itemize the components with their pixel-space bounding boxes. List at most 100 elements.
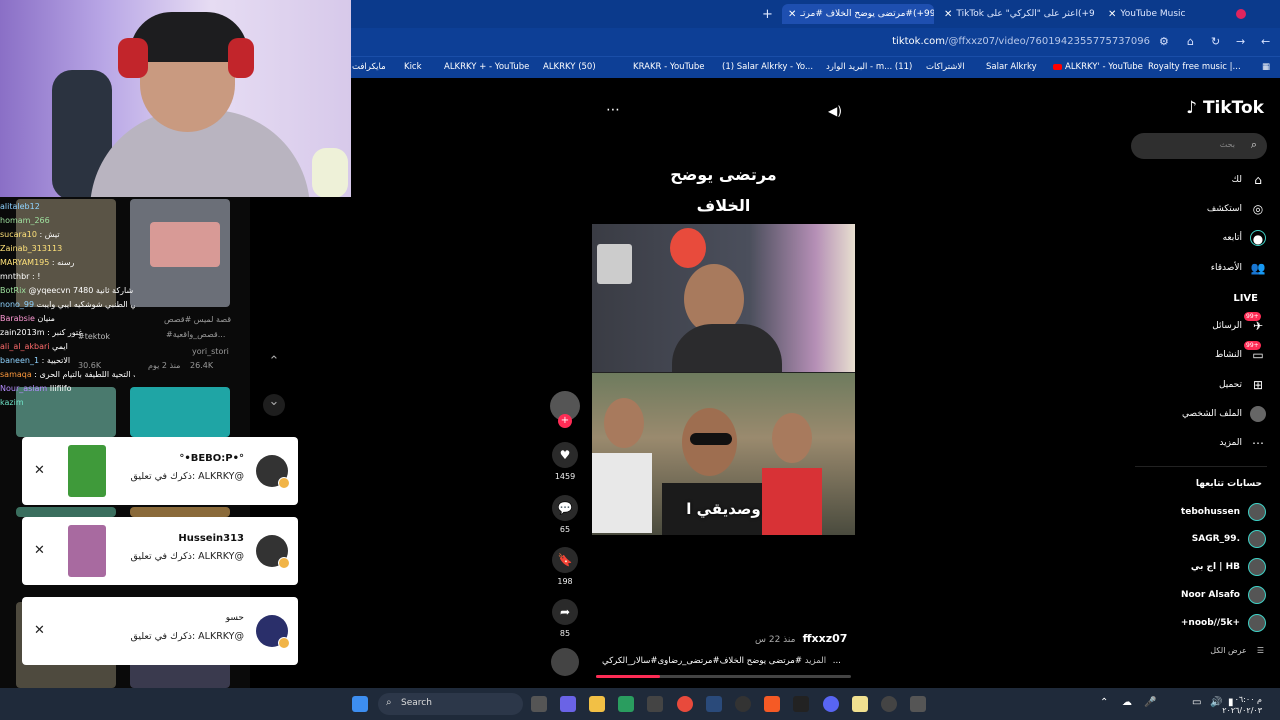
- bookmark-item[interactable]: (1) Salar Alkrky - Yo...: [722, 62, 813, 72]
- search-input[interactable]: بحث ⌕: [1131, 133, 1267, 159]
- video-thumbnail[interactable]: [130, 507, 230, 517]
- edge-icon[interactable]: [618, 696, 634, 712]
- windows-start-icon[interactable]: [352, 696, 368, 712]
- music-disc-avatar[interactable]: [551, 648, 579, 676]
- tray-chevron-icon[interactable]: ⌃: [1100, 697, 1108, 708]
- discord-icon[interactable]: [823, 696, 839, 712]
- nav-messages[interactable]: الرسائل ✈ 99+: [1212, 312, 1266, 336]
- scroll-up-icon[interactable]: ⌃: [263, 354, 285, 376]
- bookmark-item[interactable]: ALKRKY' - YouTube: [1053, 62, 1143, 72]
- nav-upload[interactable]: تحميل ⊞: [1219, 375, 1266, 395]
- record-icon[interactable]: [1236, 4, 1250, 24]
- home-icon[interactable]: ⌂: [1187, 35, 1194, 48]
- copilot-icon[interactable]: [560, 696, 576, 712]
- avatar: [256, 535, 290, 569]
- close-icon[interactable]: ✕: [34, 623, 45, 638]
- file-explorer-icon[interactable]: [589, 696, 605, 712]
- nav-profile[interactable]: الملف الشخصي: [1182, 404, 1266, 424]
- nav-for-you[interactable]: لك ⌂: [1232, 170, 1266, 190]
- bookmark-item[interactable]: Kick: [404, 62, 422, 72]
- chat-message: homam_266: [0, 216, 50, 225]
- new-tab-button[interactable]: +: [762, 4, 776, 24]
- microphone-icon[interactable]: 🎤: [1144, 697, 1156, 708]
- search-icon: ⌕: [386, 697, 392, 708]
- more-link[interactable]: المزيد: [805, 656, 826, 666]
- nav-activity[interactable]: النشاط ▭ 99+: [1215, 341, 1266, 365]
- video-thumbnail[interactable]: [130, 387, 230, 437]
- more-options-icon[interactable]: ⋯: [606, 102, 620, 118]
- nav-more[interactable]: المزيد ⋯: [1219, 433, 1266, 453]
- steam-icon[interactable]: [706, 696, 722, 712]
- tab-tiktok-search[interactable]: ✕ (99+)اعثر على "الكركي" على TikTok ♪: [944, 4, 1094, 24]
- video-thumbnail[interactable]: [16, 507, 116, 517]
- taskbar-search[interactable]: ⌕ Search: [378, 693, 523, 715]
- reload-icon[interactable]: ↻: [1211, 35, 1220, 48]
- settings-icon[interactable]: [881, 696, 897, 712]
- video-progress-bar[interactable]: [596, 675, 851, 678]
- close-icon[interactable]: ✕: [1108, 9, 1116, 20]
- network-icon[interactable]: ▭: [1192, 697, 1201, 708]
- following-account[interactable]: Noor Alsafo: [1181, 586, 1266, 604]
- like-button[interactable]: ♥ 1459: [552, 442, 578, 481]
- following-account[interactable]: SAGR_99.: [1192, 530, 1266, 548]
- nav-friends[interactable]: الأصدقاء 👥: [1211, 258, 1266, 278]
- store-icon[interactable]: [647, 696, 663, 712]
- close-icon[interactable]: ✕: [34, 543, 45, 558]
- following-account[interactable]: +noob//5k+: [1181, 614, 1266, 632]
- bookmark-item[interactable]: ALKRKY (50): [543, 62, 596, 72]
- comment-button[interactable]: 💬 65: [552, 495, 578, 534]
- bookmark-item[interactable]: Salar Alkrky: [986, 62, 1037, 72]
- bookmark-item[interactable]: Royalty free music |...: [1148, 62, 1241, 72]
- bookmark-item[interactable]: البريد الوارد - m... (11): [826, 62, 912, 72]
- see-all-link[interactable]: عرض الكل ☰: [1210, 646, 1264, 655]
- close-icon[interactable]: ✕: [34, 463, 45, 478]
- fan-club-mascot: [670, 228, 706, 268]
- save-button[interactable]: 🔖 198: [552, 547, 578, 586]
- bookmark-item[interactable]: KRAKR - YouTube: [633, 62, 704, 72]
- task-view-icon[interactable]: [531, 696, 547, 712]
- video-player[interactable]: وصديقي ا: [592, 224, 855, 535]
- share-button[interactable]: ➦ 85: [552, 599, 578, 638]
- brave-icon[interactable]: [764, 696, 780, 712]
- avatar: [256, 615, 290, 649]
- url-field[interactable]: tiktok.com/@ffxxz07/video/76019423557757…: [892, 36, 1150, 47]
- site-settings-icon[interactable]: ⚙: [1159, 35, 1169, 48]
- scroll-down-icon[interactable]: ⌄: [263, 394, 285, 416]
- capcut-icon[interactable]: [793, 696, 809, 712]
- bookmark-item[interactable]: الاشتراكات: [926, 62, 965, 72]
- nav-explore[interactable]: استكشف ◎: [1207, 199, 1266, 219]
- forward-icon[interactable]: →: [1236, 35, 1245, 48]
- list-icon: ☰: [1256, 646, 1264, 655]
- following-account[interactable]: اج بي | HB: [1191, 558, 1266, 576]
- chat-message: alitaleb12: [0, 202, 40, 211]
- nav-live[interactable]: LIVE: [1233, 288, 1266, 308]
- notification-card[interactable]: ✕ Hussein313 ذكرك في تعليق: ALKRKY@: [22, 517, 298, 585]
- cloud-icon[interactable]: ☁: [1122, 697, 1132, 708]
- home-icon: ⌂: [1254, 173, 1262, 187]
- chrome-icon[interactable]: [677, 696, 693, 712]
- tiktok-logo[interactable]: ♪ TikTok: [1186, 98, 1264, 118]
- bookmark-item[interactable]: ALKRKY + - YouTube: [444, 62, 529, 72]
- volume-icon[interactable]: ◀): [828, 104, 842, 118]
- obs-icon[interactable]: [735, 696, 751, 712]
- notes-icon[interactable]: [852, 696, 868, 712]
- nav-following[interactable]: أتابعه ●: [1223, 228, 1266, 248]
- taskbar-clock[interactable]: م ٠٦:٠٠ ٢٠٢٦/٠٢/٠٣: [1222, 694, 1262, 716]
- apps-grid-icon[interactable]: ▦: [1262, 62, 1270, 72]
- close-icon[interactable]: ✕: [788, 9, 796, 20]
- webcam-overlay: [0, 0, 351, 197]
- speaker-icon[interactable]: 🔊: [1210, 697, 1222, 708]
- author-name[interactable]: ffxxz07: [803, 632, 848, 645]
- bookmark-item[interactable]: مايكرافت: [352, 62, 386, 72]
- chat-message: Nour_aslam Ilifilfo: [0, 384, 72, 393]
- close-icon[interactable]: ✕: [944, 9, 952, 20]
- notification-card[interactable]: ✕ حسو ذكرك في تعليق: ALKRKY@: [22, 597, 298, 665]
- tab-tiktok-video[interactable]: ✕ (99+)#مرتضى يوضح الخلاف #مرتـ ♪: [782, 4, 934, 24]
- back-icon[interactable]: ←: [1261, 35, 1270, 48]
- search-icon[interactable]: ⌕: [1251, 138, 1257, 152]
- app-icon[interactable]: [910, 696, 926, 712]
- tab-youtube-music[interactable]: ✕ YouTube Music: [1108, 4, 1228, 24]
- follow-plus-icon[interactable]: +: [558, 414, 572, 428]
- notification-card[interactable]: ✕ °•BEBO:P•° ذكرك في تعليق: ALKRKY@: [22, 437, 298, 505]
- following-account[interactable]: tebohussen: [1181, 503, 1266, 521]
